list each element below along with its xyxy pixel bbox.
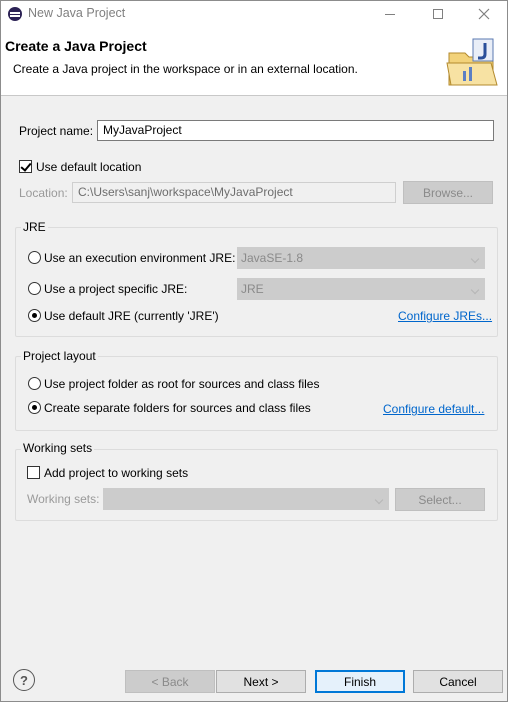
maximize-button[interactable] [415,1,461,27]
location-label: Location: [19,186,68,200]
browse-button[interactable]: Browse... [403,181,493,204]
use-default-location-label: Use default location [36,160,142,174]
jre-default-radio[interactable] [28,309,41,322]
select-working-sets-button[interactable]: Select... [395,488,485,511]
working-sets-select[interactable] [103,488,389,510]
back-button[interactable]: < Back [125,670,215,693]
title-bar: New Java Project [1,1,507,27]
project-specific-jre-value: JRE [241,282,264,296]
project-name-input[interactable]: MyJavaProject [97,120,494,141]
chevron-down-icon [374,495,384,505]
jre-execution-env-label: Use an execution environment JRE: [44,251,236,265]
wizard-banner: Create a Java Project Create a Java proj… [1,27,507,96]
chevron-down-icon [470,254,480,264]
layout-project-root-radio[interactable] [28,377,41,390]
layout-separate-folders-radio[interactable] [28,401,41,414]
maximize-icon [433,9,443,19]
project-layout-group-title: Project layout [21,349,98,363]
window-title: New Java Project [28,6,126,20]
help-icon[interactable]: ? [13,669,35,691]
cancel-button[interactable]: Cancel [413,670,503,693]
location-input[interactable]: C:\Users\sanj\workspace\MyJavaProject [72,182,396,203]
jre-project-specific-radio[interactable] [28,282,41,295]
configure-default-link[interactable]: Configure default... [383,402,484,416]
project-layout-group [15,356,498,431]
jre-default-label: Use default JRE (currently 'JRE') [44,309,219,323]
finish-button[interactable]: Finish [315,670,405,693]
working-sets-group-title: Working sets [21,441,95,455]
layout-project-root-label: Use project folder as root for sources a… [44,377,320,391]
jre-execution-env-radio[interactable] [28,251,41,264]
chevron-down-icon [470,285,480,295]
eclipse-icon [8,7,22,21]
wizard-heading: Create a Java Project [5,38,147,54]
execution-env-select[interactable]: JavaSE-1.8 [237,247,485,269]
minimize-icon [385,13,395,15]
java-project-folder-icon [446,38,498,86]
project-specific-jre-select[interactable]: JRE [237,278,485,300]
add-to-working-sets-label: Add project to working sets [44,466,189,480]
execution-env-value: JavaSE-1.8 [241,251,304,265]
close-icon [478,8,490,20]
working-sets-label: Working sets: [27,492,100,506]
wizard-description: Create a Java project in the workspace o… [13,62,358,76]
next-button[interactable]: Next > [216,670,306,693]
new-java-project-dialog: New Java Project Create a Java Project C… [0,0,508,702]
configure-jres-link[interactable]: Configure JREs... [398,309,492,323]
close-button[interactable] [461,1,507,27]
minimize-button[interactable] [367,1,413,27]
project-name-label: Project name: [19,124,94,138]
jre-group-title: JRE [21,220,48,234]
jre-project-specific-label: Use a project specific JRE: [44,282,188,296]
add-to-working-sets-checkbox[interactable] [27,466,40,479]
layout-separate-folders-label: Create separate folders for sources and … [44,401,311,415]
use-default-location-checkbox[interactable] [19,160,32,173]
